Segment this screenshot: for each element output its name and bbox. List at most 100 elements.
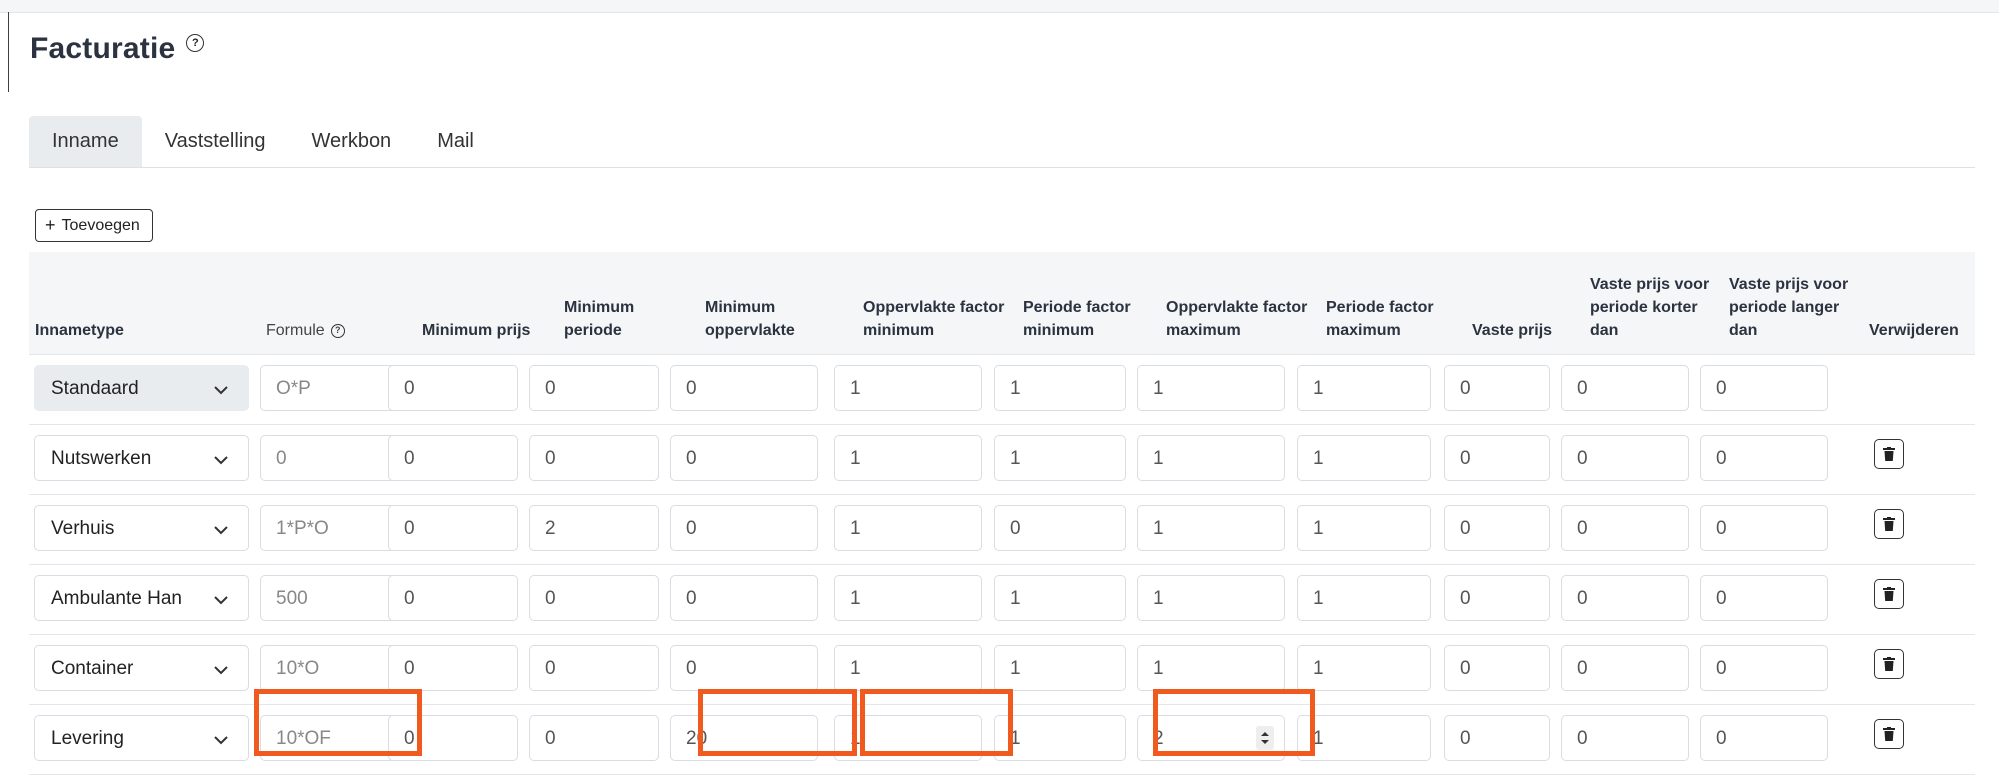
tab-werkbon[interactable]: Werkbon bbox=[289, 116, 415, 167]
minimum-prijs-input[interactable]: 0 bbox=[388, 575, 518, 621]
minimum-oppervlakte-input[interactable]: 0 bbox=[670, 365, 818, 411]
cell-value: 1 bbox=[850, 518, 861, 539]
vaste-prijs-input[interactable]: 0 bbox=[1444, 645, 1550, 691]
innametype-select[interactable]: Levering bbox=[34, 715, 249, 761]
cell-value: 0 bbox=[1577, 448, 1588, 469]
vaste-prijs-korter-input[interactable]: 0 bbox=[1561, 435, 1689, 481]
cell-value: 1 bbox=[1010, 378, 1021, 399]
add-button[interactable]: + Toevoegen bbox=[35, 209, 153, 242]
periode-factor-maximum-input[interactable]: 1 bbox=[1297, 645, 1431, 691]
innametype-select[interactable]: Container bbox=[34, 645, 249, 691]
delete-button[interactable] bbox=[1874, 719, 1904, 749]
periode-factor-minimum-input[interactable]: 0 bbox=[994, 505, 1126, 551]
oppervlakte-factor-maximum-input[interactable]: 1 bbox=[1137, 645, 1285, 691]
oppervlakte-factor-minimum-input[interactable]: 1 bbox=[834, 435, 982, 481]
periode-factor-maximum-input[interactable]: 1 bbox=[1297, 365, 1431, 411]
number-spinner-icon[interactable] bbox=[1256, 726, 1274, 750]
table-row: Levering 10*OF 0 0 20 1 1 2 1 0 0 0 bbox=[29, 705, 1975, 775]
vaste-prijs-langer-input[interactable]: 0 bbox=[1700, 365, 1828, 411]
col-minimum-prijs: Minimum prijs bbox=[422, 322, 531, 339]
vaste-prijs-korter-input[interactable]: 0 bbox=[1561, 365, 1689, 411]
minimum-periode-input[interactable]: 0 bbox=[529, 435, 659, 481]
periode-factor-maximum-input[interactable]: 1 bbox=[1297, 575, 1431, 621]
minimum-prijs-input[interactable]: 0 bbox=[388, 715, 518, 761]
oppervlakte-factor-minimum-input[interactable]: 1 bbox=[834, 715, 982, 761]
question-circle-icon[interactable]: ? bbox=[186, 34, 205, 52]
oppervlakte-factor-maximum-input[interactable]: 1 bbox=[1137, 365, 1285, 411]
innametype-value: Nutswerken bbox=[51, 448, 152, 469]
vaste-prijs-korter-input[interactable]: 0 bbox=[1561, 715, 1689, 761]
oppervlakte-factor-minimum-input[interactable]: 1 bbox=[834, 505, 982, 551]
minimum-oppervlakte-input[interactable]: 0 bbox=[670, 575, 818, 621]
vaste-prijs-langer-input[interactable]: 0 bbox=[1700, 435, 1828, 481]
minimum-oppervlakte-input[interactable]: 0 bbox=[670, 435, 818, 481]
oppervlakte-factor-maximum-input[interactable]: 1 bbox=[1137, 575, 1285, 621]
innametype-select[interactable]: Ambulante Han bbox=[34, 575, 249, 621]
table-body: Standaard O*P 0 0 0 1 1 1 1 0 0 0 Nutswerken 0 0 0 0 1 1 1 1… bbox=[29, 355, 1975, 775]
vaste-prijs-input[interactable]: 0 bbox=[1444, 365, 1550, 411]
cell-value: 0 bbox=[404, 518, 415, 539]
innametype-select[interactable]: Verhuis bbox=[34, 505, 249, 551]
minimum-periode-input[interactable]: 0 bbox=[529, 645, 659, 691]
oppervlakte-factor-maximum-input[interactable]: 1 bbox=[1137, 505, 1285, 551]
minimum-prijs-input[interactable]: 0 bbox=[388, 645, 518, 691]
minimum-oppervlakte-input[interactable]: 20 bbox=[670, 715, 818, 761]
periode-factor-minimum-input[interactable]: 1 bbox=[994, 645, 1126, 691]
periode-factor-minimum-input[interactable]: 1 bbox=[994, 365, 1126, 411]
periode-factor-maximum-input[interactable]: 1 bbox=[1297, 715, 1431, 761]
periode-factor-minimum-input[interactable]: 1 bbox=[994, 575, 1126, 621]
cell-value: 1 bbox=[1313, 588, 1324, 609]
tab-inname[interactable]: Inname bbox=[29, 116, 142, 167]
cell-value: 1 bbox=[1010, 448, 1021, 469]
vaste-prijs-korter-input[interactable]: 0 bbox=[1561, 575, 1689, 621]
vaste-prijs-input[interactable]: 0 bbox=[1444, 435, 1550, 481]
question-circle-icon[interactable]: ? bbox=[330, 323, 345, 338]
vaste-prijs-korter-input[interactable]: 0 bbox=[1561, 645, 1689, 691]
cell-value: 2 bbox=[545, 518, 556, 539]
minimum-periode-input[interactable]: 0 bbox=[529, 575, 659, 621]
tab-vaststelling[interactable]: Vaststelling bbox=[142, 116, 289, 167]
minimum-prijs-input[interactable]: 0 bbox=[388, 435, 518, 481]
periode-factor-minimum-input[interactable]: 1 bbox=[994, 715, 1126, 761]
vaste-prijs-langer-input[interactable]: 0 bbox=[1700, 505, 1828, 551]
innametype-select[interactable]: Standaard bbox=[34, 365, 249, 411]
minimum-oppervlakte-input[interactable]: 0 bbox=[670, 505, 818, 551]
col-innametype: Innametype bbox=[35, 322, 124, 339]
col-vaste-prijs-korter: Vaste prijs voor periode korter dan bbox=[1590, 276, 1710, 339]
col-oppervlakte-factor-minimum: Oppervlakte factor minimum bbox=[863, 299, 1005, 339]
periode-factor-minimum-input[interactable]: 1 bbox=[994, 435, 1126, 481]
oppervlakte-factor-minimum-input[interactable]: 1 bbox=[834, 575, 982, 621]
minimum-periode-input[interactable]: 2 bbox=[529, 505, 659, 551]
minimum-prijs-input[interactable]: 0 bbox=[388, 365, 518, 411]
table-row: Nutswerken 0 0 0 0 1 1 1 1 0 0 0 bbox=[29, 425, 1975, 495]
cell-value: 2 bbox=[1153, 728, 1164, 749]
delete-button[interactable] bbox=[1874, 509, 1904, 539]
vaste-prijs-langer-input[interactable]: 0 bbox=[1700, 715, 1828, 761]
periode-factor-maximum-input[interactable]: 1 bbox=[1297, 505, 1431, 551]
vaste-prijs-langer-input[interactable]: 0 bbox=[1700, 575, 1828, 621]
col-minimum-periode: Minimum periode bbox=[564, 299, 635, 339]
minimum-periode-input[interactable]: 0 bbox=[529, 715, 659, 761]
delete-button[interactable] bbox=[1874, 649, 1904, 679]
delete-button[interactable] bbox=[1874, 579, 1904, 609]
oppervlakte-factor-minimum-input[interactable]: 1 bbox=[834, 365, 982, 411]
cell-value: 500 bbox=[276, 588, 308, 609]
vaste-prijs-korter-input[interactable]: 0 bbox=[1561, 505, 1689, 551]
oppervlakte-factor-maximum-input[interactable]: 2 bbox=[1137, 715, 1285, 761]
cell-value: 1 bbox=[850, 588, 861, 609]
vaste-prijs-input[interactable]: 0 bbox=[1444, 715, 1550, 761]
oppervlakte-factor-maximum-input[interactable]: 1 bbox=[1137, 435, 1285, 481]
minimum-periode-input[interactable]: 0 bbox=[529, 365, 659, 411]
vaste-prijs-langer-input[interactable]: 0 bbox=[1700, 645, 1828, 691]
cell-value: 0 bbox=[545, 588, 556, 609]
vaste-prijs-input[interactable]: 0 bbox=[1444, 575, 1550, 621]
oppervlakte-factor-minimum-input[interactable]: 1 bbox=[834, 645, 982, 691]
minimum-prijs-input[interactable]: 0 bbox=[388, 505, 518, 551]
periode-factor-maximum-input[interactable]: 1 bbox=[1297, 435, 1431, 481]
minimum-oppervlakte-input[interactable]: 0 bbox=[670, 645, 818, 691]
tab-mail[interactable]: Mail bbox=[414, 116, 497, 167]
vaste-prijs-input[interactable]: 0 bbox=[1444, 505, 1550, 551]
innametype-select[interactable]: Nutswerken bbox=[34, 435, 249, 481]
delete-button[interactable] bbox=[1874, 439, 1904, 469]
chevron-down-icon bbox=[204, 366, 238, 410]
